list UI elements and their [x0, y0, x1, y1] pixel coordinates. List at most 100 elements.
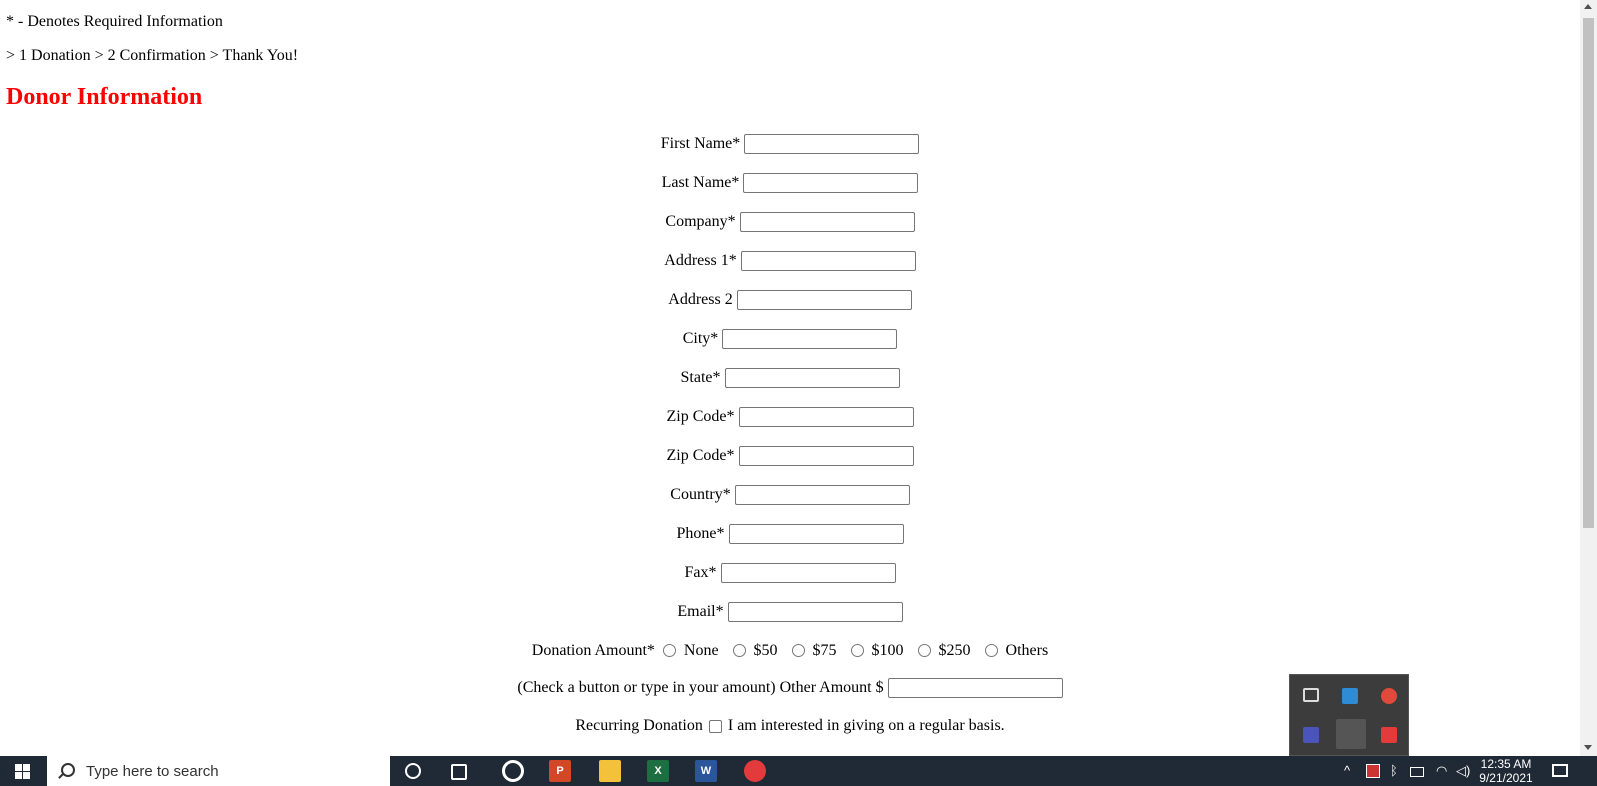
tray-monitor-icon[interactable] [1303, 688, 1319, 702]
donation-amount-row: Donation Amount* None $50 $75 $100 $250 … [0, 631, 1580, 670]
recurring-donation-checkbox-label: I am interested in giving on a regular b… [727, 717, 1005, 734]
country-input[interactable] [734, 484, 910, 505]
donation-option-label: $50 [753, 641, 778, 659]
email-label: Email* [677, 602, 724, 620]
field-row-address-1: Address 1* [0, 241, 1580, 280]
zip-code-input[interactable] [738, 406, 914, 427]
windows-taskbar: Type here to search P X W ^ ᛒ ◠ ◁) 12:35… [0, 756, 1597, 786]
fax-input[interactable] [720, 562, 896, 583]
last-name-input[interactable] [743, 172, 919, 193]
address-1-label: Address 1* [664, 251, 737, 269]
show-hidden-icons-chevron-icon[interactable]: ^ [1344, 764, 1350, 778]
chrome-like-icon[interactable] [502, 760, 524, 782]
field-row-city: City* [0, 319, 1580, 358]
action-center-icon[interactable] [1552, 764, 1568, 777]
clock-time: 12:35 AM [1480, 757, 1532, 771]
volume-icon[interactable]: ◁) [1456, 764, 1470, 778]
field-row-country: Country* [0, 475, 1580, 514]
file-explorer-icon[interactable] [599, 760, 621, 782]
windows-logo-icon [15, 764, 22, 771]
tray-creative-cloud-icon[interactable] [1381, 688, 1397, 704]
city-input[interactable] [722, 328, 898, 349]
field-row-phone: Phone* [0, 514, 1580, 553]
donation-option-label: None [683, 641, 719, 659]
donation-radio-100[interactable] [850, 644, 864, 657]
field-row-fax: Fax* [0, 553, 1580, 592]
windows-logo-part [15, 772, 22, 779]
fax-label: Fax* [684, 563, 717, 581]
tray-pen-icon[interactable] [1336, 719, 1366, 749]
state-label: State* [680, 368, 721, 386]
step-breadcrumb: > 1 Donation > 2 Confirmation > Thank Yo… [6, 47, 299, 64]
donation-radio-50[interactable] [732, 644, 746, 657]
field-row-first-name: First Name* [0, 124, 1580, 163]
tray-recorder-icon[interactable] [1381, 727, 1397, 743]
phone-label: Phone* [676, 524, 725, 542]
phone-input[interactable] [728, 523, 904, 544]
donation-radio-none[interactable] [662, 644, 676, 657]
bluetooth-icon[interactable]: ᛒ [1390, 764, 1398, 778]
donor-information-heading: Donor Information [6, 84, 203, 110]
search-icon [61, 763, 75, 777]
donation-option-label: Others [1005, 641, 1049, 659]
wifi-icon[interactable]: ◠ [1436, 764, 1447, 778]
scroll-up-arrow-icon[interactable] [1584, 4, 1592, 9]
first-name-label: First Name* [660, 134, 741, 152]
taskbar-clock[interactable]: 12:35 AM 9/21/2021 [1471, 757, 1541, 785]
first-name-input[interactable] [744, 133, 920, 154]
cortana-icon[interactable] [405, 763, 421, 779]
donation-radio-75[interactable] [791, 644, 805, 657]
tray-overflow-popup [1289, 674, 1409, 756]
other-amount-input[interactable] [887, 678, 1063, 698]
scroll-thumb[interactable] [1583, 18, 1594, 528]
donation-radio-others[interactable] [984, 644, 998, 657]
start-button[interactable] [0, 756, 45, 786]
windows-logo-part [23, 764, 30, 771]
zip-code-2-input[interactable] [738, 445, 914, 466]
donation-option-label: $250 [938, 641, 971, 659]
browser-page: * - Denotes Required Information > 1 Don… [0, 0, 1580, 756]
tray-network-app-icon[interactable] [1342, 688, 1358, 704]
vertical-scrollbar[interactable] [1580, 0, 1597, 756]
tray-teams-icon[interactable] [1303, 727, 1319, 743]
donation-radio-250[interactable] [917, 644, 931, 657]
donation-option-label: $75 [812, 641, 837, 659]
taskbar-search-placeholder: Type here to search [86, 763, 219, 780]
recurring-donation-checkbox[interactable] [708, 719, 722, 733]
recurring-donation-label: Recurring Donation [575, 717, 703, 734]
battery-icon[interactable] [1410, 767, 1424, 777]
required-note: * - Denotes Required Information [6, 13, 223, 30]
donor-form: First Name* Last Name* Company* Address … [0, 124, 1580, 746]
address-2-label: Address 2 [668, 290, 733, 308]
recorder-icon[interactable] [744, 760, 766, 782]
task-view-icon[interactable] [451, 764, 467, 780]
clock-date: 9/21/2021 [1479, 771, 1533, 785]
powerpoint-icon[interactable]: P [549, 760, 571, 782]
field-row-zip-code-2: Zip Code* [0, 436, 1580, 475]
field-row-email: Email* [0, 592, 1580, 631]
zip-code-2-label: Zip Code* [666, 446, 735, 464]
security-alert-icon[interactable] [1366, 764, 1380, 778]
scroll-down-arrow-icon[interactable] [1584, 745, 1592, 750]
company-input[interactable] [739, 211, 915, 232]
field-row-state: State* [0, 358, 1580, 397]
company-label: Company* [665, 212, 736, 230]
zip-code-label: Zip Code* [666, 407, 735, 425]
donation-amount-label: Donation Amount* [531, 641, 655, 659]
excel-icon[interactable]: X [647, 760, 669, 782]
donation-option-label: $100 [871, 641, 904, 659]
city-label: City* [682, 329, 719, 347]
windows-logo-part [23, 772, 30, 779]
field-row-company: Company* [0, 202, 1580, 241]
address-1-input[interactable] [740, 250, 916, 271]
field-row-zip-code: Zip Code* [0, 397, 1580, 436]
address-2-input[interactable] [736, 289, 912, 310]
field-row-address-2: Address 2 [0, 280, 1580, 319]
state-input[interactable] [724, 367, 900, 388]
word-icon[interactable]: W [695, 760, 717, 782]
taskbar-search-box[interactable]: Type here to search [47, 756, 390, 786]
other-amount-label: (Check a button or type in your amount) … [517, 679, 884, 696]
last-name-label: Last Name* [661, 173, 740, 191]
email-input[interactable] [727, 601, 903, 622]
field-row-last-name: Last Name* [0, 163, 1580, 202]
